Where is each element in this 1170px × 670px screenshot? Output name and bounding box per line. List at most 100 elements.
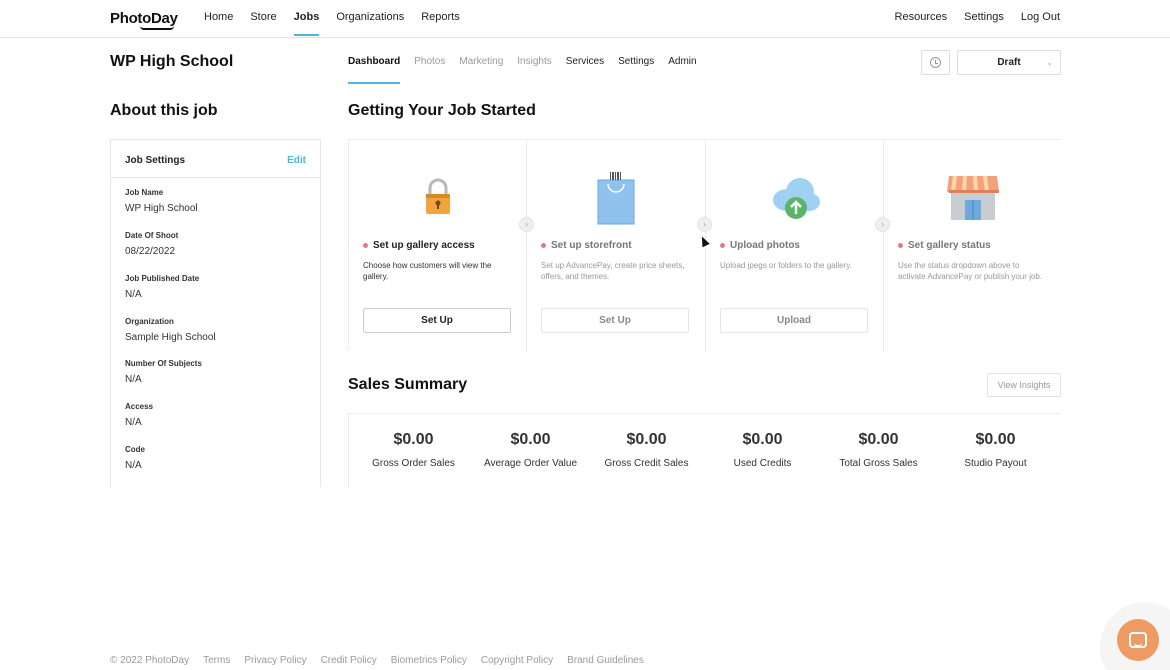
secondary-nav: Resources Settings Log Out — [878, 11, 1060, 23]
job-settings-title: Job Settings — [125, 155, 186, 166]
field-number-of-subjects: Number Of Subjects N/A — [125, 359, 202, 385]
nav-home[interactable]: Home — [204, 11, 233, 23]
field-label: Job Name — [125, 188, 164, 197]
field-value: Sample High School — [125, 332, 216, 343]
footer-copyright: © 2022 PhotoDay — [110, 655, 190, 666]
footer-link-privacy-policy[interactable]: Privacy Policy — [244, 655, 306, 666]
step-arrow-icon: › — [875, 217, 890, 232]
upload-photos-button[interactable]: Upload — [720, 308, 868, 333]
footer-link-brand-guidelines[interactable]: Brand Guidelines — [567, 655, 644, 666]
metric-value: $0.00 — [975, 431, 1016, 448]
status-dot-icon — [898, 243, 903, 248]
tab-admin[interactable]: Admin — [668, 56, 696, 67]
tab-photos[interactable]: Photos — [414, 56, 445, 67]
field-label: Job Published Date — [125, 274, 200, 283]
job-status-value: Draft — [997, 57, 1021, 68]
getting-started-title: Getting Your Job Started — [348, 102, 536, 119]
tab-marketing[interactable]: Marketing — [459, 56, 503, 67]
step-title-text: Upload photos — [730, 240, 800, 251]
tab-settings[interactable]: Settings — [618, 56, 654, 67]
cloud-upload-icon — [706, 170, 884, 226]
chat-launcher-button[interactable] — [1117, 619, 1159, 661]
footer-link-terms[interactable]: Terms — [203, 655, 230, 666]
shopping-bag-icon — [527, 170, 705, 226]
field-value: N/A — [125, 460, 142, 471]
nav-reports[interactable]: Reports — [421, 11, 460, 23]
step-title: Set gallery status — [898, 240, 991, 251]
step-upload-photos: Upload photos Upload jpegs or folders to… — [705, 140, 883, 351]
clock-icon — [930, 57, 941, 68]
photoday-logo[interactable]: PhotoDay — [110, 10, 178, 30]
metric-value: $0.00 — [510, 431, 551, 448]
lock-icon — [349, 170, 527, 226]
field-label: Access — [125, 402, 154, 411]
footer-link-copyright-policy[interactable]: Copyright Policy — [481, 655, 553, 666]
set-up-storefront-button[interactable]: Set Up — [541, 308, 689, 333]
footer-link-credit-policy[interactable]: Credit Policy — [321, 655, 377, 666]
field-label: Number Of Subjects — [125, 359, 202, 368]
job-settings-card: Job Settings Edit Job Name WP High Schoo… — [110, 139, 321, 487]
logo-swoosh-icon — [140, 26, 174, 30]
metric-used-credits: $0.00 Used Credits — [704, 431, 821, 469]
primary-nav: Home Store Jobs Organizations Reports — [204, 11, 477, 36]
field-label: Organization — [125, 317, 174, 326]
metric-label: Gross Credit Sales — [604, 458, 689, 469]
metric-value: $0.00 — [393, 431, 434, 448]
field-code: Code N/A — [125, 445, 145, 471]
footer-link-biometrics-policy[interactable]: Biometrics Policy — [391, 655, 467, 666]
metric-gross-credit-sales: $0.00 Gross Credit Sales — [588, 431, 705, 469]
step-description: Choose how customers will view the galle… — [363, 261, 492, 281]
field-access: Access N/A — [125, 402, 153, 428]
sales-summary: $0.00 Gross Order Sales $0.00 Average Or… — [348, 413, 1061, 487]
status-dot-icon — [363, 243, 368, 248]
job-status-select[interactable]: Draft ⌄ — [957, 50, 1061, 75]
step-title: Set up gallery access — [363, 240, 475, 251]
nav-organizations[interactable]: Organizations — [336, 11, 404, 23]
metric-label: Gross Order Sales — [372, 458, 455, 469]
step-title-text: Set up storefront — [551, 240, 632, 251]
step-arrow-icon: › — [697, 217, 712, 232]
metric-average-order-value: $0.00 Average Order Value — [472, 431, 589, 469]
field-label: Code — [125, 445, 145, 454]
metric-value: $0.00 — [742, 431, 783, 448]
step-title: Upload photos — [720, 240, 800, 251]
view-insights-button[interactable]: View Insights — [987, 373, 1061, 397]
field-value: 08/22/2022 — [125, 246, 176, 257]
nav-log-out[interactable]: Log Out — [1021, 11, 1060, 23]
nav-store[interactable]: Store — [250, 11, 276, 23]
tab-dashboard[interactable]: Dashboard — [348, 56, 401, 84]
logo-text: PhotoDay — [110, 10, 178, 27]
job-title: WP High School — [110, 53, 234, 70]
field-value: N/A — [125, 289, 142, 300]
metric-label: Average Order Value — [483, 458, 578, 469]
sales-summary-title: Sales Summary — [348, 376, 468, 393]
about-title: About this job — [110, 102, 218, 119]
field-job-name: Job Name WP High School — [125, 188, 198, 214]
tab-insights[interactable]: Insights — [517, 56, 551, 67]
job-tabs: Dashboard Photos Marketing Insights Serv… — [348, 56, 711, 84]
nav-settings[interactable]: Settings — [964, 11, 1004, 23]
job-settings-header: Job Settings Edit — [111, 140, 320, 178]
step-gallery-status: Set gallery status Use the status dropdo… — [883, 140, 1061, 351]
footer: © 2022 PhotoDay Terms Privacy Policy Cre… — [110, 655, 658, 666]
chat-bubble-icon — [1129, 632, 1147, 648]
history-button[interactable] — [921, 50, 950, 75]
metric-gross-order-sales: $0.00 Gross Order Sales — [355, 431, 472, 469]
step-title: Set up storefront — [541, 240, 632, 251]
step-description: Set up AdvancePay, create price sheets, … — [541, 261, 685, 281]
edit-job-settings-link[interactable]: Edit — [287, 155, 306, 166]
nav-resources[interactable]: Resources — [895, 11, 948, 23]
metric-value: $0.00 — [626, 431, 667, 448]
step-arrow-icon: › — [519, 217, 534, 232]
nav-jobs[interactable]: Jobs — [293, 11, 319, 36]
field-value: N/A — [125, 417, 142, 428]
tab-services[interactable]: Services — [566, 56, 604, 67]
set-up-gallery-access-button[interactable]: Set Up — [363, 308, 511, 333]
step-description: Upload jpegs or folders to the gallery. — [720, 261, 852, 270]
top-navigation: PhotoDay Home Store Jobs Organizations R… — [0, 0, 1170, 38]
step-description: Use the status dropdown above to activat… — [898, 261, 1043, 281]
step-storefront: Set up storefront Set up AdvancePay, cre… — [526, 140, 704, 351]
field-value: WP High School — [125, 203, 198, 214]
field-job-published-date: Job Published Date N/A — [125, 274, 199, 300]
step-title-text: Set up gallery access — [373, 240, 475, 251]
